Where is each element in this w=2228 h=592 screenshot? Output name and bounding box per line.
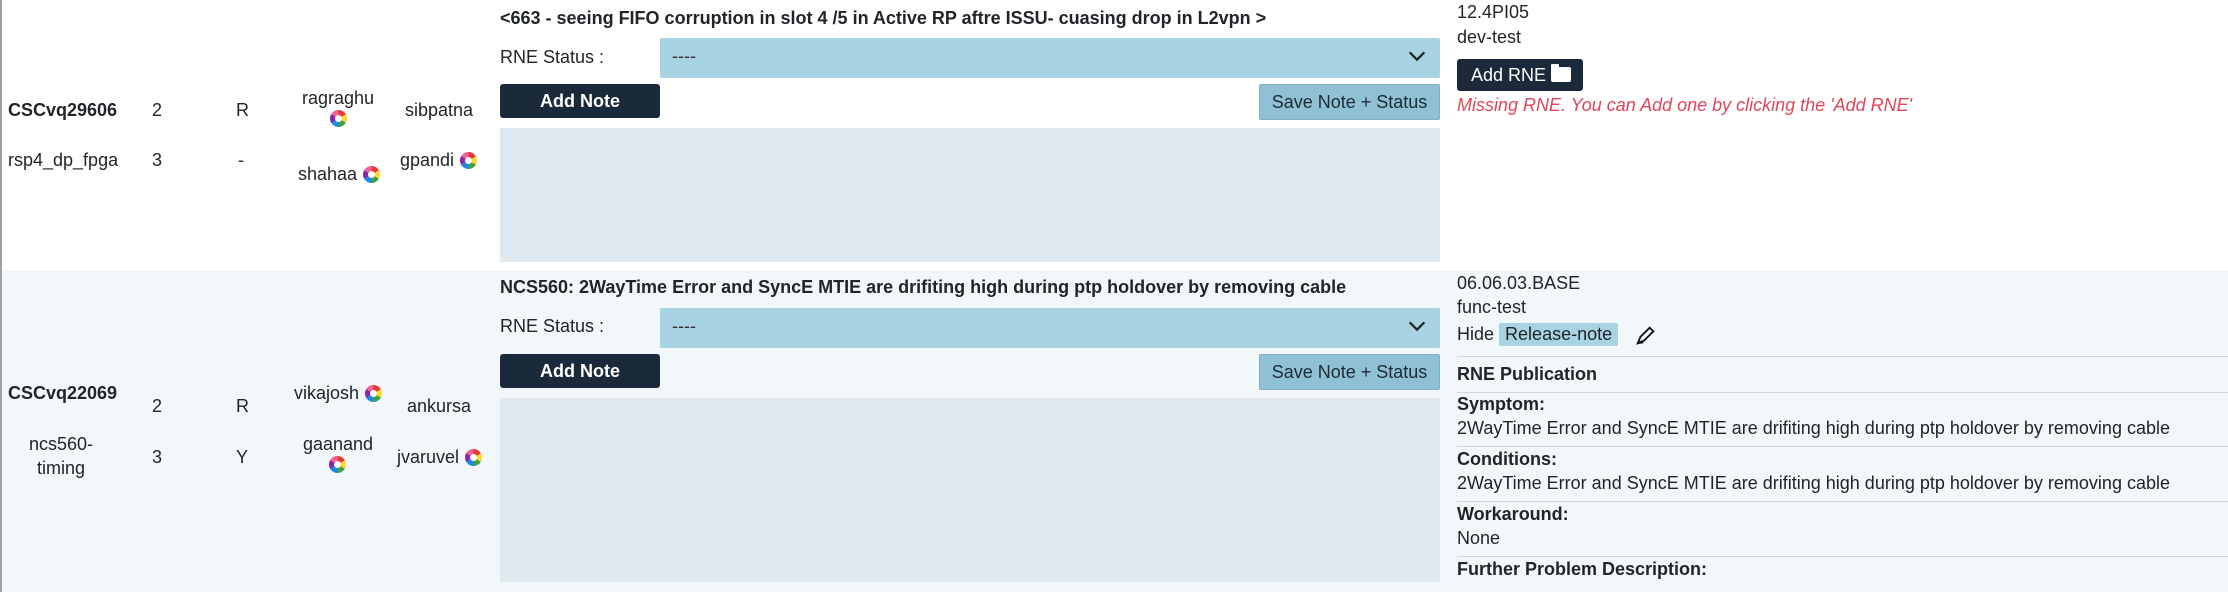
- avatar-wheel-icon[interactable]: [465, 448, 483, 466]
- manager[interactable]: ankursa: [407, 394, 471, 418]
- engineer-name[interactable]: ragraghu: [302, 86, 374, 110]
- workaround-text: None: [1457, 528, 1501, 548]
- manager[interactable]: sibpatna: [405, 98, 473, 122]
- state-secondary: Y: [236, 447, 249, 467]
- conditions-text: 2WayTime Error and SyncE MTIE are drifit…: [1457, 473, 2170, 493]
- manager-secondary: jvaruvel: [397, 445, 483, 469]
- rne-status-select[interactable]: ----: [660, 308, 1440, 348]
- divider: [1457, 392, 2228, 393]
- release-note-tag[interactable]: Release-note: [1499, 323, 1619, 346]
- branch: dev-test: [1457, 27, 1522, 47]
- rne-status-label: RNE Status :: [500, 47, 605, 67]
- missing-rne-message: Missing RNE. You can Add one by clicking…: [1457, 95, 1913, 115]
- branch: func-test: [1457, 297, 1527, 317]
- chevron-down-icon: [1408, 321, 1426, 332]
- severity-secondary: 3: [152, 447, 163, 467]
- symptom-label: Symptom:: [1457, 394, 1546, 414]
- engineer-name[interactable]: shahaa: [298, 162, 357, 186]
- component: ncs560- timing: [29, 432, 93, 480]
- engineer-secondary: gaanand: [300, 432, 376, 473]
- manager-secondary: gpandi: [400, 148, 478, 172]
- state: R: [236, 100, 249, 120]
- add-note-button[interactable]: Add Note: [500, 354, 660, 388]
- symptom-text: 2WayTime Error and SyncE MTIE are drifit…: [1457, 418, 2170, 438]
- rne-status-value: ----: [672, 316, 696, 336]
- component-line: ncs560-: [29, 434, 94, 454]
- severity-secondary: 3: [152, 150, 163, 170]
- folder-plus-icon: [1551, 64, 1571, 82]
- rne-status-label: RNE Status :: [500, 316, 605, 336]
- severity: 2: [152, 396, 163, 416]
- component: rsp4_dp_fpga: [8, 150, 119, 170]
- divider: [1457, 356, 2228, 357]
- bug-id[interactable]: CSCvq29606: [8, 98, 117, 122]
- severity: 2: [152, 100, 163, 120]
- avatar-wheel-icon[interactable]: [365, 384, 383, 402]
- version: 06.06.03.BASE: [1457, 273, 1581, 293]
- bug-headline: NCS560: 2WayTime Error and SyncE MTIE ar…: [500, 277, 1347, 297]
- note-textarea[interactable]: [500, 398, 1440, 582]
- workaround-label: Workaround:: [1457, 504, 1569, 524]
- engineer-name[interactable]: gaanand: [303, 432, 373, 456]
- manager-name[interactable]: gpandi: [400, 148, 454, 172]
- save-note-status-button[interactable]: Save Note + Status: [1259, 84, 1440, 120]
- hide-link[interactable]: Hide: [1457, 324, 1494, 344]
- state-secondary: -: [238, 150, 244, 170]
- rne-status-value: ----: [672, 46, 696, 66]
- engineer: vikajosh: [294, 381, 383, 405]
- divider: [1457, 446, 2228, 447]
- state: R: [236, 396, 249, 416]
- conditions-label: Conditions:: [1457, 449, 1557, 469]
- bug-id[interactable]: CSCvq22069: [8, 381, 117, 405]
- avatar-wheel-icon[interactable]: [329, 456, 347, 473]
- chevron-down-icon: [1408, 51, 1426, 62]
- engineer-secondary: shahaa: [298, 162, 381, 186]
- engineer: ragraghu: [300, 86, 376, 127]
- further-description-label: Further Problem Description:: [1457, 559, 1708, 579]
- add-note-button[interactable]: Add Note: [500, 84, 660, 118]
- bug-headline: <663 - seeing FIFO corruption in slot 4 …: [500, 8, 1267, 28]
- avatar-wheel-icon[interactable]: [460, 151, 478, 169]
- table-row: CSCvq22069 ncs560- timing 2 3 R Y vikajo…: [2, 270, 2228, 592]
- release-note-controls: Hide Release-note: [1457, 323, 1657, 346]
- pencil-icon[interactable]: [1635, 324, 1657, 346]
- add-rne-button[interactable]: Add RNE: [1457, 59, 1583, 91]
- avatar-wheel-icon[interactable]: [363, 165, 381, 183]
- avatar-wheel-icon[interactable]: [329, 110, 347, 127]
- component-line: timing: [37, 458, 86, 478]
- version: 12.4PI05: [1457, 2, 1530, 22]
- divider: [1457, 556, 2228, 557]
- rne-status-select[interactable]: ----: [660, 38, 1440, 78]
- add-rne-label: Add RNE: [1471, 65, 1547, 85]
- save-note-status-button[interactable]: Save Note + Status: [1259, 354, 1440, 390]
- manager-name[interactable]: jvaruvel: [397, 445, 459, 469]
- table-row: CSCvq29606 rsp4_dp_fpga 2 3 R - ragraghu…: [2, 0, 2228, 270]
- note-textarea[interactable]: [500, 128, 1440, 262]
- divider: [1457, 501, 2228, 502]
- bug-list: CSCvq29606 rsp4_dp_fpga 2 3 R - ragraghu…: [0, 0, 2228, 592]
- rne-publication-heading: RNE Publication: [1457, 364, 1598, 384]
- engineer-name[interactable]: vikajosh: [294, 381, 359, 405]
